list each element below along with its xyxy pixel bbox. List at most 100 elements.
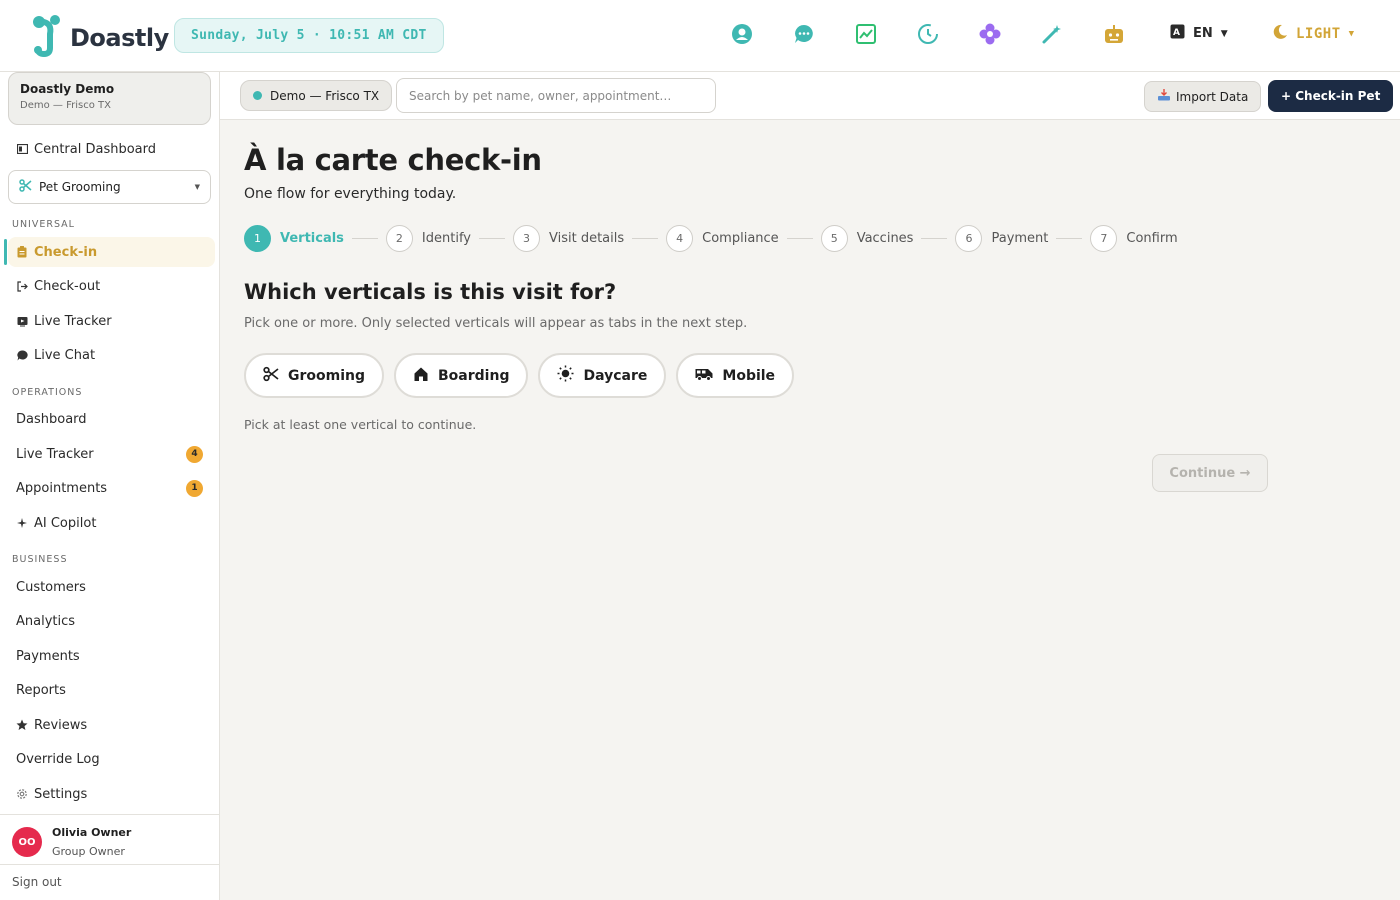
sun-icon <box>557 365 574 386</box>
sign-out-link[interactable]: Sign out <box>12 875 62 889</box>
step-number: 3 <box>513 225 540 252</box>
vertical-select[interactable]: Pet Grooming ▼ <box>8 170 211 204</box>
theme-label: LIGHT <box>1296 26 1341 42</box>
theme-toggle[interactable]: LIGHT ▼ <box>1272 24 1355 44</box>
vertical-option-mobile[interactable]: Mobile <box>676 353 795 398</box>
step-identify[interactable]: 2 Identify <box>385 225 471 252</box>
sidebar-item-label: Check-in <box>34 244 98 260</box>
sidebar-item-appointments[interactable]: Appointments 1 <box>8 473 215 503</box>
step-compliance[interactable]: 4 Compliance <box>666 225 779 252</box>
step-label: Verticals <box>280 231 344 246</box>
vertical-option-daycare[interactable]: Daycare <box>538 353 667 398</box>
step-connector <box>351 238 378 239</box>
chat-icon[interactable] <box>792 22 816 46</box>
sidebar-item-dashboard[interactable]: Dashboard <box>8 404 215 434</box>
sidebar-item-check-out[interactable]: Check-out <box>8 271 215 301</box>
section-label-universal: UNIVERSAL <box>12 219 75 230</box>
app-logo[interactable]: Doastly <box>30 14 169 62</box>
step-vaccines[interactable]: 5 Vaccines <box>820 225 913 252</box>
verticals-hint: Pick one or more. Only selected vertical… <box>244 316 748 331</box>
sidebar-item-check-in[interactable]: Check-in <box>4 237 215 267</box>
user-profile[interactable]: OO Olivia Owner Group Owner <box>0 814 219 865</box>
import-data-button[interactable]: Import Data <box>1144 81 1262 112</box>
magic-wand-icon[interactable] <box>1040 22 1064 46</box>
sidebar-item-live-chat[interactable]: Live Chat <box>8 340 215 370</box>
sidebar-item-label: Central Dashboard <box>34 141 156 157</box>
app-name: Doastly <box>70 24 169 52</box>
sidebar-item-payments[interactable]: Payments <box>8 641 215 671</box>
image-icon[interactable] <box>854 22 878 46</box>
clock-icon[interactable] <box>916 22 940 46</box>
sidebar-item-central-dashboard[interactable]: Central Dashboard <box>8 134 215 164</box>
location-chip-label: Demo — Frisco TX <box>270 88 380 103</box>
step-visit-details[interactable]: 3 Visit details <box>513 225 624 252</box>
profile-icon[interactable] <box>730 22 754 46</box>
dashboard-icon <box>16 143 28 155</box>
sidebar-item-label: Check-out <box>34 278 101 294</box>
sidebar-item-override-log[interactable]: Override Log <box>8 744 215 774</box>
org-name: Doastly Demo <box>20 82 115 96</box>
step-label: Visit details <box>549 231 625 246</box>
checkin-stepper: 1 Verticals 2 Identify 3 Visit details 4… <box>244 225 1178 252</box>
avatar: OO <box>12 827 42 857</box>
sidebar: Doastly Demo Demo — Frisco TX Central Da… <box>0 72 220 900</box>
continue-button[interactable]: Continue → <box>1152 454 1268 492</box>
sidebar-item-label: Appointments <box>16 480 108 496</box>
video-icon <box>16 315 28 327</box>
step-payment[interactable]: 6 Payment <box>955 225 1048 252</box>
step-connector <box>1056 238 1083 239</box>
sidebar-item-ai-copilot[interactable]: AI Copilot <box>8 508 215 538</box>
moon-icon <box>1272 24 1288 44</box>
sidebar-item-live-tracker-ops[interactable]: Live Tracker 4 <box>8 439 215 469</box>
vertical-option-grooming[interactable]: Grooming <box>244 353 385 398</box>
location-chip[interactable]: Demo — Frisco TX <box>240 80 393 111</box>
step-connector <box>632 238 659 239</box>
language-label: EN <box>1193 26 1213 41</box>
step-connector <box>921 238 948 239</box>
sidebar-item-label: Reviews <box>34 717 88 733</box>
step-confirm[interactable]: 7 Confirm <box>1090 225 1178 252</box>
vertical-option-boarding[interactable]: Boarding <box>394 353 529 398</box>
check-in-pet-button[interactable]: + Check-in Pet <box>1268 80 1394 112</box>
user-role: Group Owner <box>52 845 125 858</box>
robot-icon[interactable] <box>1102 22 1126 46</box>
page-title: À la carte check-in <box>244 143 542 177</box>
house-icon <box>413 366 429 386</box>
verticals-question: Which verticals is this visit for? <box>244 280 617 304</box>
sidebar-item-settings[interactable]: Settings <box>8 779 215 809</box>
translate-icon: A <box>1170 24 1185 43</box>
scissors-icon <box>19 179 32 195</box>
search-input[interactable] <box>396 78 716 113</box>
sidebar-item-label: Live Chat <box>34 347 96 363</box>
language-selector[interactable]: A EN ▼ <box>1170 24 1228 43</box>
sidebar-item-label: AI Copilot <box>34 515 97 531</box>
sidebar-item-customers[interactable]: Customers <box>8 572 215 602</box>
organization-switcher[interactable]: Doastly Demo Demo — Frisco TX <box>8 72 211 125</box>
step-number: 2 <box>385 225 413 252</box>
sidebar-item-analytics[interactable]: Analytics <box>8 606 215 636</box>
vertical-option-label: Daycare <box>583 367 648 384</box>
chat-bubble-icon <box>16 349 28 361</box>
sidebar-item-label: Dashboard <box>16 411 87 427</box>
flower-icon[interactable] <box>978 22 1002 46</box>
page-header-bar: Demo — Frisco TX Import Data + Check-in … <box>220 72 1400 120</box>
inbox-icon <box>1157 89 1171 104</box>
import-data-label: Import Data <box>1176 89 1249 104</box>
section-label-business: BUSINESS <box>12 554 68 565</box>
vertical-options: Grooming Boarding Daycare Mobile <box>244 353 795 398</box>
step-label: Payment <box>991 231 1049 246</box>
step-verticals[interactable]: 1 Verticals <box>244 225 344 252</box>
top-bar: Doastly Sunday, July 5 · 10:51 AM CDT A … <box>0 0 1400 72</box>
clipboard-icon <box>16 246 28 258</box>
status-dot-icon <box>253 91 262 100</box>
count-badge: 1 <box>186 479 203 497</box>
sidebar-item-reports[interactable]: Reports <box>8 675 215 705</box>
header-icon-bar <box>730 22 1126 46</box>
step-number: 4 <box>666 225 694 252</box>
scissors-icon <box>263 366 279 386</box>
step-label: Identify <box>421 231 471 246</box>
sidebar-item-live-tracker[interactable]: Live Tracker <box>8 306 215 336</box>
sidebar-item-reviews[interactable]: Reviews <box>8 710 215 740</box>
vertical-option-label: Boarding <box>438 367 510 384</box>
sparkle-icon <box>16 517 28 529</box>
